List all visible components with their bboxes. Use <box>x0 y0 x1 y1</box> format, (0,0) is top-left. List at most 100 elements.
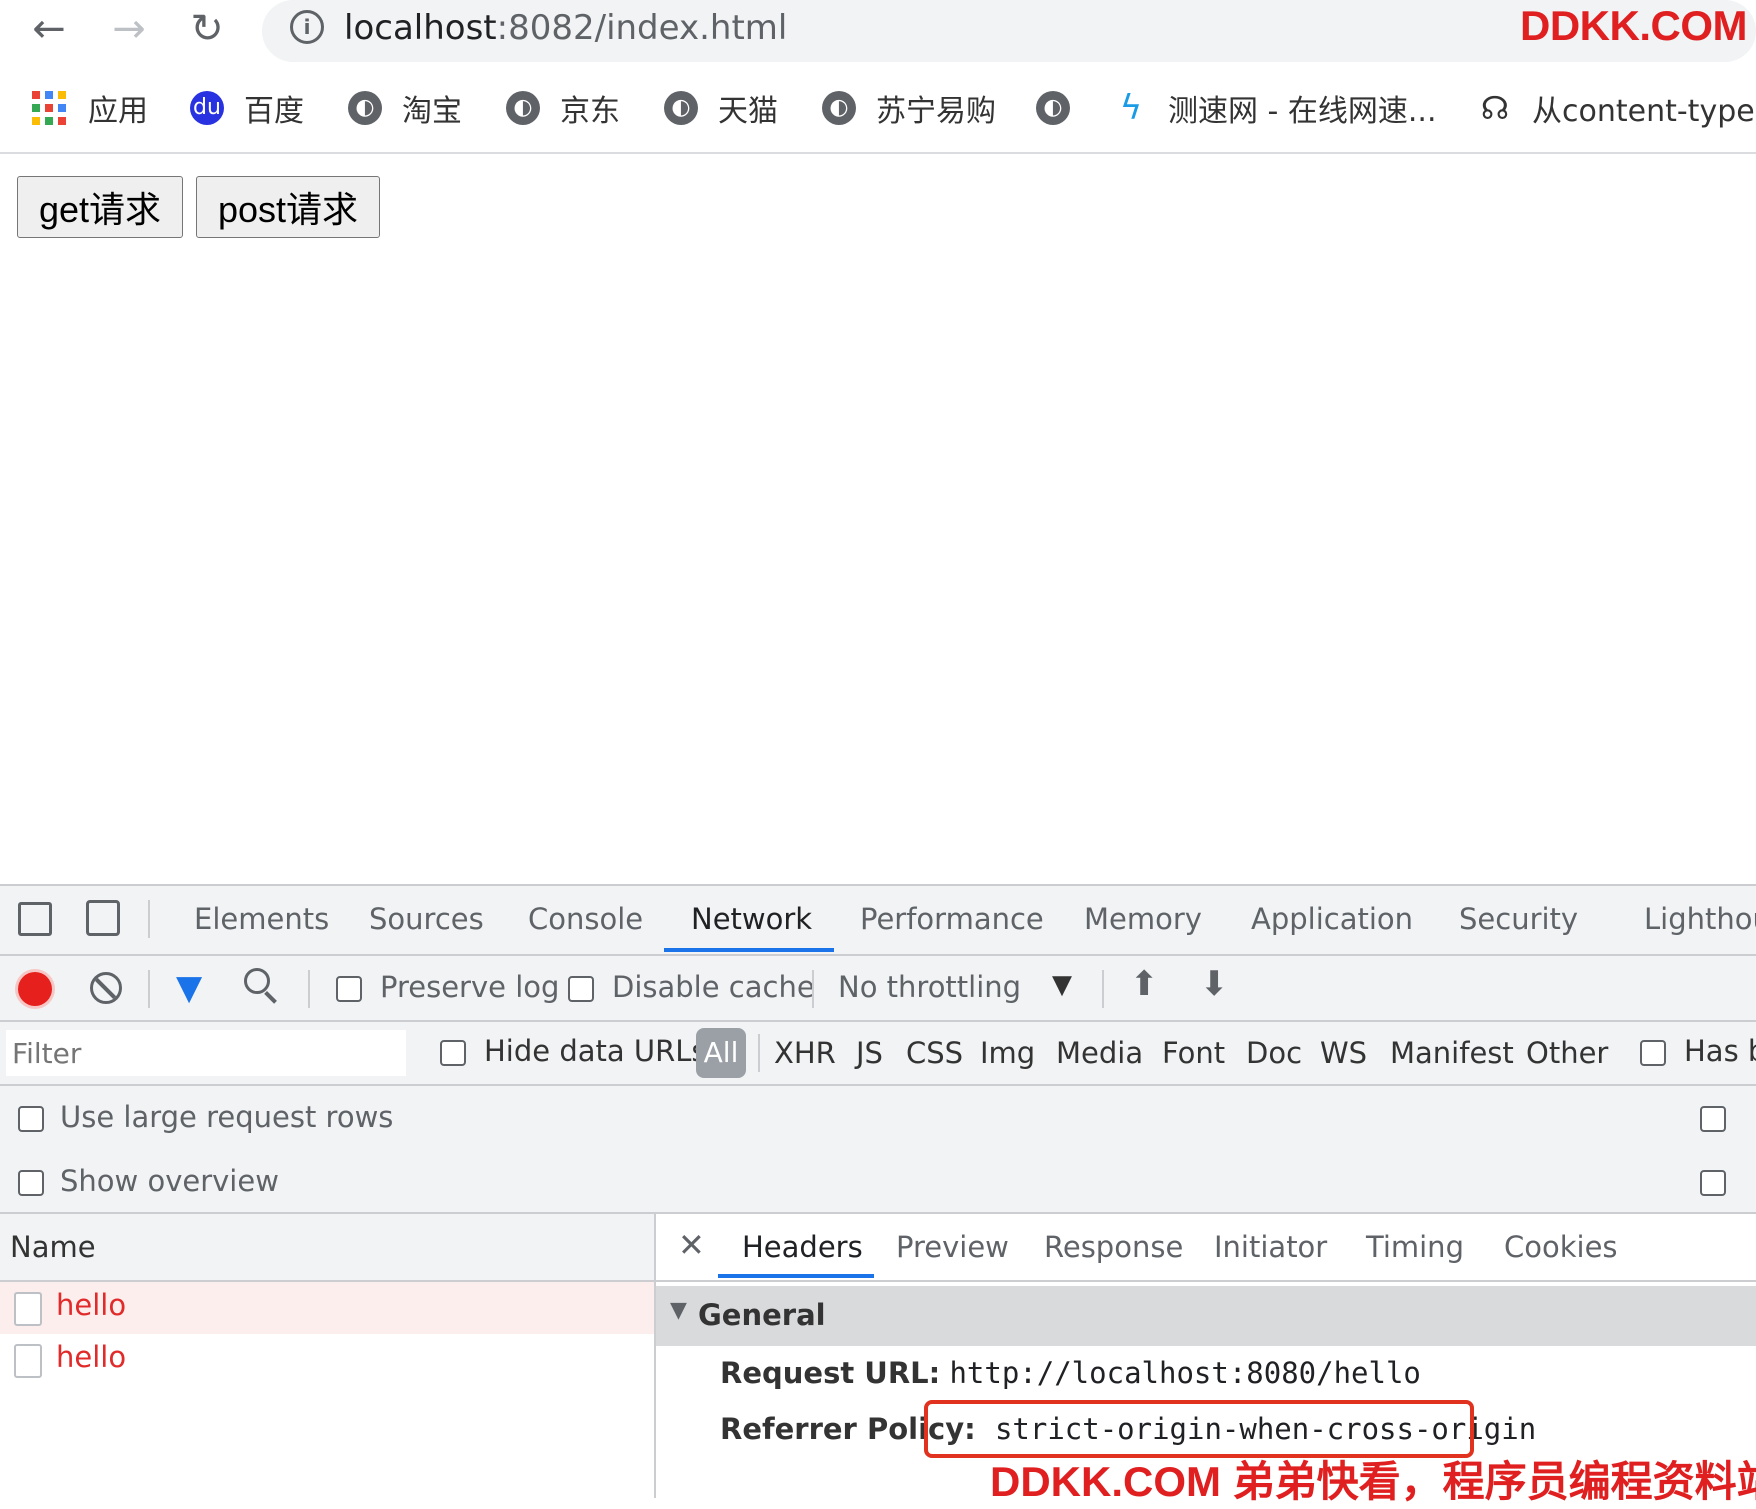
bookmark-label: 苏宁易购 <box>876 94 996 129</box>
filter-funnel-icon[interactable]: ▼ <box>176 968 202 1008</box>
capture-screenshots-checkbox[interactable] <box>1700 1170 1726 1196</box>
network-options: Use large request rows Show overview <box>0 1086 1756 1214</box>
tab-elements[interactable]: Elements <box>194 902 329 936</box>
site-info-icon[interactable]: i <box>290 10 324 44</box>
export-har-icon[interactable]: ⬇ <box>1200 964 1229 1004</box>
record-icon[interactable] <box>18 972 52 1006</box>
tab-headers[interactable]: Headers <box>742 1230 863 1264</box>
apps-icon <box>32 91 66 125</box>
tab-performance[interactable]: Performance <box>860 902 1044 936</box>
type-filter-all[interactable]: All <box>696 1028 746 1078</box>
type-filter-font[interactable]: Font <box>1162 1036 1225 1070</box>
post-request-button[interactable]: post请求 <box>196 176 380 238</box>
request-row[interactable]: hello <box>0 1282 654 1334</box>
request-url-key: Request URL: <box>720 1356 941 1390</box>
bookmark-tmall[interactable]: ◐ 天猫 <box>664 88 778 129</box>
has-blocked-cookies-checkbox[interactable] <box>1640 1040 1666 1066</box>
show-overview-checkbox[interactable] <box>18 1170 44 1196</box>
tab-security[interactable]: Security <box>1459 902 1578 936</box>
globe-icon: ◐ <box>1036 91 1070 125</box>
inspect-element-icon[interactable] <box>18 902 52 936</box>
show-overview-label: Show overview <box>60 1164 279 1198</box>
chevron-down-icon[interactable]: ▼ <box>1052 970 1072 1000</box>
type-filter-css[interactable]: CSS <box>906 1036 963 1070</box>
filter-input[interactable] <box>6 1030 406 1076</box>
devtools-panel: Elements Sources Console Network Perform… <box>0 884 1756 1498</box>
bookmark-content-type[interactable]: ☊ 从content-type设 <box>1478 88 1756 129</box>
throttling-select[interactable]: No throttling <box>838 970 1021 1004</box>
active-detail-tab-indicator <box>718 1274 874 1278</box>
request-name: hello <box>56 1288 127 1322</box>
bookmark-label: 淘宝 <box>402 94 462 129</box>
bookmark-taobao[interactable]: ◐ 淘宝 <box>348 88 462 129</box>
tab-network[interactable]: Network <box>691 902 812 936</box>
name-column-header[interactable]: Name <box>10 1230 96 1264</box>
tab-lighthouse[interactable]: Lighthouse <box>1644 902 1756 936</box>
tab-timing[interactable]: Timing <box>1366 1230 1464 1264</box>
disable-cache-checkbox[interactable] <box>568 976 594 1002</box>
divider <box>148 970 150 1008</box>
clear-icon[interactable] <box>90 972 122 1004</box>
browser-chrome: ← → ↻ i localhost:8082/index.html DDKK.C… <box>0 0 1756 154</box>
bookmark-label: 天猫 <box>718 94 778 129</box>
large-rows-checkbox[interactable] <box>18 1106 44 1132</box>
type-filter-js[interactable]: JS <box>856 1036 883 1070</box>
baidu-paw-icon: du <box>190 91 224 125</box>
tab-cookies[interactable]: Cookies <box>1504 1230 1618 1264</box>
request-list-header: Name <box>0 1214 654 1282</box>
watermark-top: DDKK.COM <box>1520 2 1747 49</box>
reload-icon[interactable]: ↻ <box>182 4 232 54</box>
devtools-tab-bar: Elements Sources Console Network Perform… <box>0 886 1756 956</box>
request-type-icon <box>14 1292 42 1326</box>
tab-initiator[interactable]: Initiator <box>1214 1230 1327 1264</box>
has-blocked-cookies-label: Has b <box>1684 1034 1756 1068</box>
close-icon[interactable]: ✕ <box>678 1226 705 1264</box>
tab-memory[interactable]: Memory <box>1084 902 1202 936</box>
general-section-header[interactable]: ▼ General <box>656 1286 1756 1346</box>
preserve-log-label: Preserve log <box>380 970 560 1004</box>
address-url[interactable]: localhost:8082/index.html <box>344 6 787 50</box>
request-type-icon <box>14 1344 42 1378</box>
divider <box>148 900 150 938</box>
request-row[interactable]: hello <box>0 1334 654 1386</box>
type-filter-img[interactable]: Img <box>980 1036 1035 1070</box>
back-arrow-icon[interactable]: ← <box>24 4 74 54</box>
device-toolbar-icon[interactable] <box>86 900 120 936</box>
bookmark-label: 从content-type设 <box>1532 94 1756 129</box>
tab-sources[interactable]: Sources <box>369 902 484 936</box>
speedtest-icon: ϟ <box>1119 88 1143 128</box>
general-title: General <box>698 1298 826 1332</box>
url-path: :8082/index.html <box>496 8 788 48</box>
type-filter-xhr[interactable]: XHR <box>774 1036 836 1070</box>
request-list: Name hello hello <box>0 1214 656 1498</box>
tab-console[interactable]: Console <box>528 902 643 936</box>
bookmark-apps[interactable]: 应用 <box>32 88 148 129</box>
tab-preview[interactable]: Preview <box>896 1230 1009 1264</box>
bookmark-jd[interactable]: ◐ 京东 <box>506 88 620 129</box>
bookmark-suning[interactable]: ◐ 苏宁易购 <box>822 88 996 129</box>
disable-cache-label: Disable cache <box>612 970 815 1004</box>
preserve-log-checkbox[interactable] <box>336 976 362 1002</box>
tab-application[interactable]: Application <box>1251 902 1413 936</box>
type-filter-media[interactable]: Media <box>1056 1036 1143 1070</box>
watermark-bottom: DDKK.COM 弟弟快看，程序员编程资料站 <box>990 1458 1756 1505</box>
type-filter-doc[interactable]: Doc <box>1246 1036 1302 1070</box>
import-har-icon[interactable]: ⬆ <box>1130 964 1159 1004</box>
group-by-frame-checkbox[interactable] <box>1700 1106 1726 1132</box>
divider <box>308 970 310 1008</box>
search-icon[interactable] <box>244 968 277 1004</box>
type-filter-other[interactable]: Other <box>1526 1036 1608 1070</box>
filter-row: Hide data URLs All XHR JS CSS Img Media … <box>0 1022 1756 1086</box>
type-filter-manifest[interactable]: Manifest <box>1390 1036 1514 1070</box>
bookmark-baidu[interactable]: du 百度 <box>190 88 304 129</box>
hide-data-urls-checkbox[interactable] <box>440 1040 466 1066</box>
bookmark-unnamed[interactable]: ◐ <box>1036 88 1090 128</box>
tab-response[interactable]: Response <box>1044 1230 1183 1264</box>
forward-arrow-icon[interactable]: → <box>104 4 154 54</box>
get-request-button[interactable]: get请求 <box>17 176 183 238</box>
bookmark-speedtest[interactable]: ϟ 测速网 - 在线网速... <box>1114 88 1437 129</box>
globe-icon: ◐ <box>664 91 698 125</box>
divider <box>758 1034 760 1072</box>
url-host: localhost <box>344 8 497 48</box>
type-filter-ws[interactable]: WS <box>1320 1036 1367 1070</box>
